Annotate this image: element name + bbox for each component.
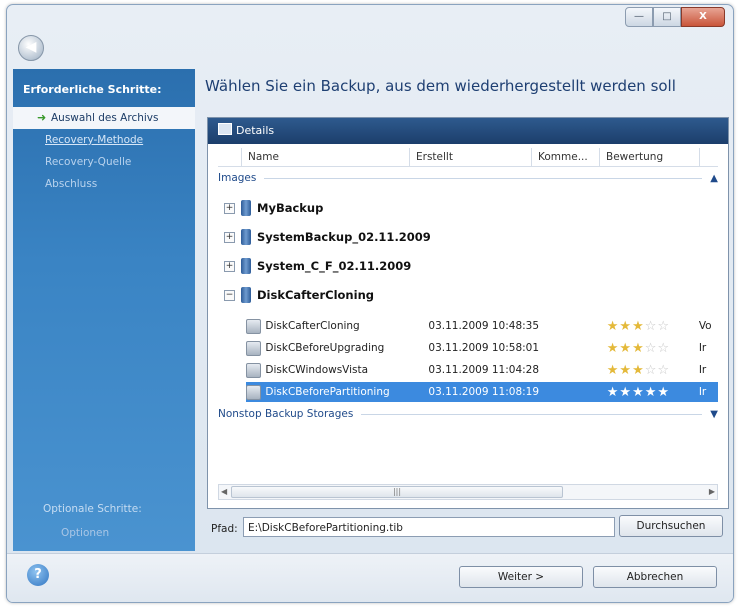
version-comment: Vo [698, 320, 712, 332]
version-name: DiskCBeforePartitioning [265, 386, 390, 398]
browse-button[interactable]: Durchsuchen [619, 515, 723, 537]
details-title: Details [236, 124, 275, 137]
group-label: Images [218, 172, 257, 184]
details-icon [218, 123, 232, 135]
rating-stars-icon[interactable]: ★★★☆☆ [607, 363, 699, 378]
horizontal-scrollbar[interactable]: ◀ ||| ▶ [218, 484, 718, 500]
version-created: 03.11.2009 11:08:19 [428, 386, 540, 398]
scroll-right-icon[interactable]: ▶ [709, 485, 715, 499]
expand-icon[interactable]: + [224, 260, 235, 272]
backup-archive-icon [241, 229, 251, 245]
steps-sidebar: Erforderliche Schritte: ➜ Auswahl des Arc… [13, 69, 195, 551]
version-comment: Ir [698, 342, 707, 354]
column-comment[interactable]: Komme... [532, 148, 600, 166]
backup-name: System_C_F_02.11.2009 [257, 259, 412, 273]
optional-steps-header: Optionale Schritte: [43, 503, 142, 515]
column-created[interactable]: Erstellt [410, 148, 532, 166]
expand-icon[interactable]: + [224, 202, 235, 214]
details-header: Details [208, 118, 728, 144]
disk-image-icon [246, 340, 262, 356]
version-comment: Ir [698, 364, 707, 376]
rating-stars-icon[interactable]: ★★★★★ [607, 385, 699, 400]
group-divider [361, 413, 703, 415]
column-name[interactable]: Name [242, 148, 410, 166]
group-images[interactable]: Images ▲ [218, 172, 718, 184]
backup-name: MyBackup [257, 201, 324, 215]
sidebar-item-finish: Abschluss [45, 178, 98, 190]
column-spacer [218, 148, 242, 166]
version-name: DiskCafterCloning [265, 320, 360, 332]
backup-archive-icon [241, 287, 251, 303]
disk-image-icon [246, 362, 262, 378]
backup-archive-icon [241, 200, 251, 216]
arrow-icon: ➜ [37, 111, 47, 124]
footer-bar: ? Weiter > Abbrechen [7, 553, 733, 602]
column-headers: Name Erstellt Komme... Bewertung [218, 148, 718, 167]
next-button[interactable]: Weiter > [459, 566, 583, 588]
version-name: DiskCBeforeUpgrading [265, 342, 385, 354]
wizard-window: ◀ — □ X Erforderliche Schritte: ➜ Auswahl… [6, 4, 734, 603]
minimize-button[interactable]: — [625, 7, 653, 27]
group-nonstop-storages[interactable]: Nonstop Backup Storages ▼ [218, 408, 718, 420]
tree-row-backup[interactable]: − DiskCafterCloning [224, 283, 374, 307]
path-label: Pfad: [211, 523, 238, 535]
back-button[interactable]: ◀ [18, 35, 44, 61]
sidebar-item-label: Auswahl des Archivs [51, 112, 159, 124]
scrollbar-thumb[interactable]: ||| [231, 486, 563, 498]
version-created: 03.11.2009 10:58:01 [428, 342, 540, 354]
page-title: Wählen Sie ein Backup, aus dem wiederher… [205, 77, 676, 95]
column-rating[interactable]: Bewertung [600, 148, 700, 166]
sidebar-item-options[interactable]: Optionen [61, 527, 109, 539]
group-divider [264, 177, 703, 179]
tree-row-backup[interactable]: + System_C_F_02.11.2009 [224, 254, 411, 278]
backup-name: DiskCafterCloning [257, 288, 374, 302]
sidebar-item-recovery-method[interactable]: Recovery-Methode [13, 129, 195, 151]
version-created: 03.11.2009 10:48:35 [428, 320, 540, 332]
sidebar-item-archive-selection[interactable]: ➜ Auswahl des Archivs [13, 107, 195, 129]
version-name: DiskCWindowsVista [265, 364, 369, 376]
collapse-icon[interactable]: − [224, 289, 235, 301]
caption-buttons: — □ X [625, 7, 725, 27]
version-comment: Ir [698, 386, 707, 398]
backup-name: SystemBackup_02.11.2009 [257, 230, 431, 244]
expand-icon[interactable]: + [224, 231, 235, 243]
disk-image-icon [246, 318, 262, 334]
close-button[interactable]: X [681, 7, 725, 27]
tree-row-backup[interactable]: + MyBackup [224, 196, 323, 220]
group-label: Nonstop Backup Storages [218, 408, 354, 420]
maximize-button[interactable]: □ [653, 7, 681, 27]
rating-stars-icon[interactable]: ★★★☆☆ [607, 319, 699, 334]
cancel-button[interactable]: Abbrechen [593, 566, 717, 588]
chevron-down-icon[interactable]: ▼ [710, 409, 718, 420]
version-row[interactable]: DiskCWindowsVista 03.11.2009 11:04:28 ★★… [246, 360, 718, 380]
version-row[interactable]: DiskCafterCloning 03.11.2009 10:48:35 ★★… [246, 316, 718, 336]
help-icon[interactable]: ? [27, 564, 49, 586]
version-created: 03.11.2009 11:04:28 [428, 364, 540, 376]
chevron-up-icon[interactable]: ▲ [710, 173, 718, 184]
path-input[interactable]: E:\DiskCBeforePartitioning.tib [243, 517, 615, 537]
version-row-selected[interactable]: DiskCBeforePartitioning 03.11.2009 11:08… [246, 382, 718, 402]
required-steps-header: Erforderliche Schritte: [23, 83, 162, 96]
backup-archive-icon [241, 258, 251, 274]
scroll-left-icon[interactable]: ◀ [221, 485, 227, 499]
version-row[interactable]: DiskCBeforeUpgrading 03.11.2009 10:58:01… [246, 338, 718, 358]
tree-row-backup[interactable]: + SystemBackup_02.11.2009 [224, 225, 431, 249]
details-panel: Details Name Erstellt Komme... Bewertung… [207, 117, 729, 509]
rating-stars-icon[interactable]: ★★★☆☆ [607, 341, 699, 356]
title-bar: ◀ — □ X [7, 5, 733, 63]
sidebar-item-recovery-source: Recovery-Quelle [45, 156, 132, 168]
disk-image-icon [246, 384, 262, 400]
